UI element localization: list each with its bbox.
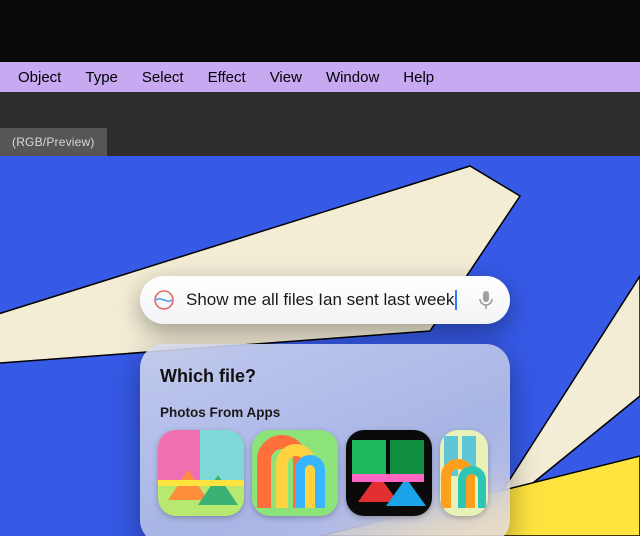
results-card: Which file? Photos From Apps (140, 344, 510, 536)
search-bar[interactable]: Show me all files Ian sent last week (140, 276, 510, 324)
results-heading: Which file? (160, 366, 492, 387)
text-caret (455, 290, 457, 310)
menu-bar: Object Type Select Effect View Window He… (0, 62, 640, 92)
menu-effect[interactable]: Effect (196, 69, 258, 86)
spotlight-panel: Show me all files Ian sent last week Whi… (140, 276, 510, 536)
siri-icon (154, 290, 174, 310)
options-bar (0, 92, 640, 128)
results-section-label: Photos From Apps (160, 405, 492, 420)
search-query-text: Show me all files Ian sent last week (186, 290, 466, 311)
menu-view[interactable]: View (258, 69, 314, 86)
menu-window[interactable]: Window (314, 69, 391, 86)
title-bar (0, 0, 640, 62)
menu-select[interactable]: Select (130, 69, 196, 86)
microphone-icon[interactable] (478, 290, 494, 310)
search-query-value: Show me all files Ian sent last week (186, 290, 454, 309)
thumbnail-2[interactable] (252, 430, 338, 516)
thumbnail-3[interactable] (346, 430, 432, 516)
thumbnail-1[interactable] (158, 430, 244, 516)
menu-type[interactable]: Type (73, 69, 130, 86)
thumbnail-row (158, 430, 492, 516)
menu-object[interactable]: Object (6, 69, 73, 86)
thumbnail-4[interactable] (440, 430, 488, 516)
document-tab-row: (RGB/Preview) (0, 128, 640, 156)
document-tab[interactable]: (RGB/Preview) (0, 128, 107, 156)
menu-help[interactable]: Help (391, 69, 446, 86)
